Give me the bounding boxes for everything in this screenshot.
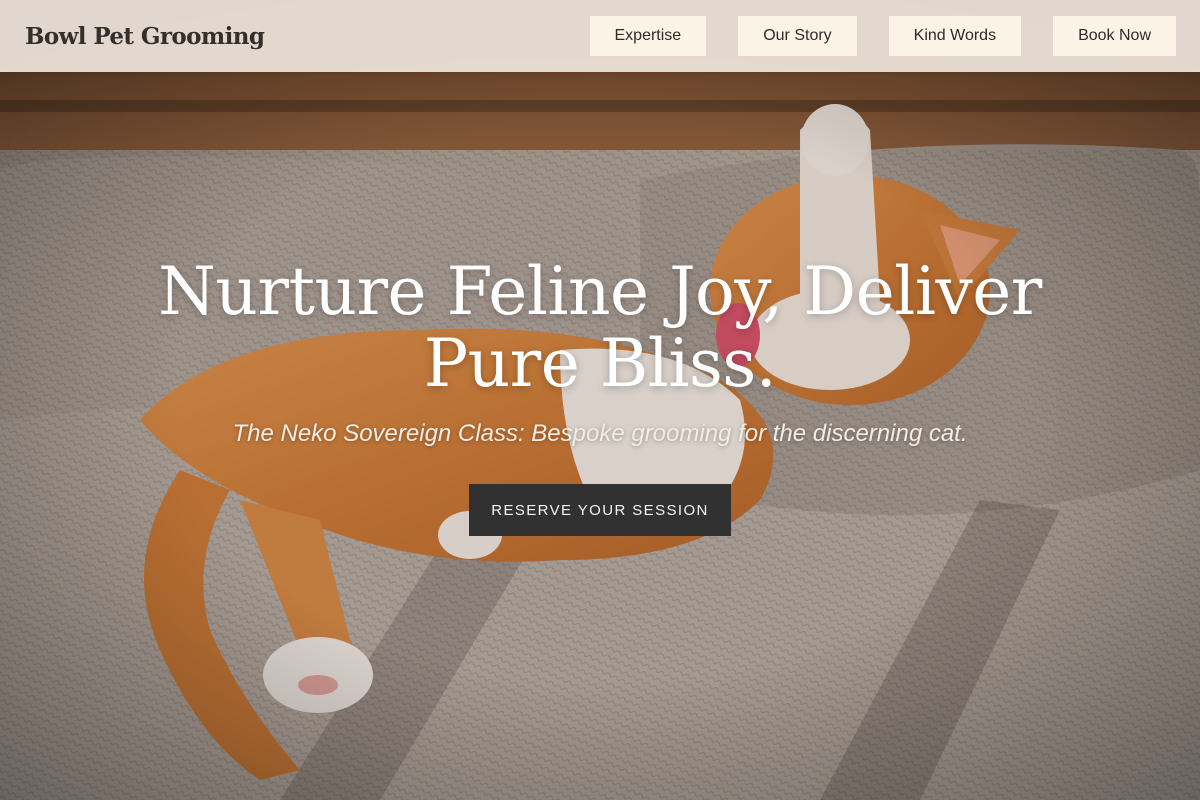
top-navbar: Bowl Pet Grooming Expertise Our Story Ki… bbox=[0, 0, 1200, 72]
nav-our-story-button[interactable]: Our Story bbox=[738, 16, 857, 56]
hero-headline: Nurture Feline Joy, Deliver Pure Bliss. bbox=[158, 253, 1042, 402]
brand-logo-text[interactable]: Bowl Pet Grooming bbox=[25, 23, 265, 50]
nav-expertise-button[interactable]: Expertise bbox=[589, 16, 707, 56]
reserve-session-button[interactable]: RESERVE YOUR SESSION bbox=[469, 484, 731, 536]
primary-navigation: Expertise Our Story Kind Words Book Now bbox=[589, 16, 1176, 56]
nav-kind-words-button[interactable]: Kind Words bbox=[888, 16, 1022, 56]
hero-content: Nurture Feline Joy, Deliver Pure Bliss. … bbox=[0, 256, 1200, 536]
hero-subheadline: The Neko Sovereign Class: Bespoke groomi… bbox=[232, 420, 968, 447]
nav-book-now-button[interactable]: Book Now bbox=[1053, 16, 1176, 56]
